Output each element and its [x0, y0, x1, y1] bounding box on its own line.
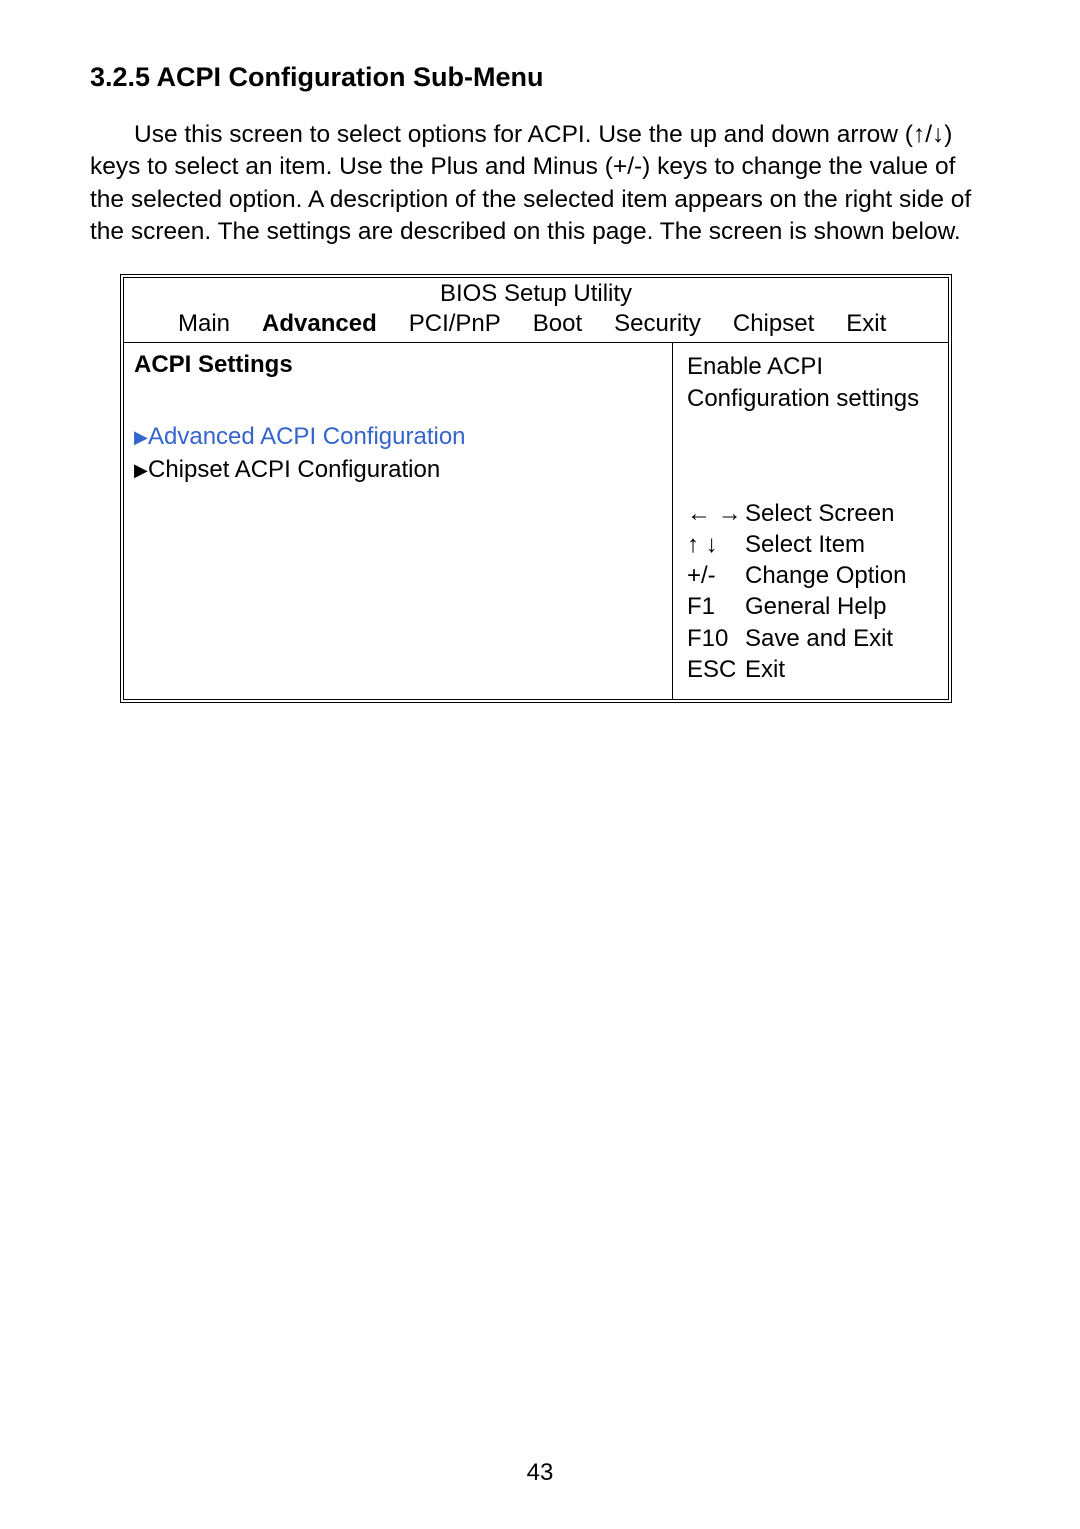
help-desc-line2: Configuration settings [687, 383, 938, 414]
bios-left-pane: ACPI Settings ▶Advanced ACPI Configurati… [124, 343, 672, 699]
bios-right-pane: Enable ACPI Configuration settings ← → S… [672, 343, 948, 699]
help-row: ESC Exit [687, 654, 938, 685]
help-key: ← → [687, 498, 745, 529]
triangle-icon: ▶ [134, 425, 148, 449]
tab-boot[interactable]: Boot [533, 310, 582, 338]
menu-item-advanced-acpi[interactable]: ▶Advanced ACPI Configuration [134, 421, 662, 453]
help-key: +/- [687, 560, 745, 591]
help-desc-line1: Enable ACPI [687, 351, 938, 382]
help-label: General Help [745, 591, 938, 622]
spacer [687, 414, 938, 498]
help-label: Select Item [745, 529, 938, 560]
section-heading: 3.2.5 ACPI Configuration Sub-Menu [90, 60, 990, 95]
tab-security[interactable]: Security [614, 310, 701, 338]
menu-item-chipset-acpi[interactable]: ▶Chipset ACPI Configuration [134, 454, 662, 486]
help-label: Save and Exit [745, 623, 938, 654]
menu-item-label: Chipset ACPI Configuration [148, 456, 440, 483]
menu-item-label: Advanced ACPI Configuration [148, 423, 466, 450]
help-row: ← → Select Screen [687, 498, 938, 529]
intro-paragraph: Use this screen to select options for AC… [90, 119, 990, 248]
help-row: F1 General Help [687, 591, 938, 622]
help-key: ESC [687, 654, 745, 685]
help-row: ↑ ↓ Select Item [687, 529, 938, 560]
page-number: 43 [0, 1459, 1080, 1487]
bios-columns: ACPI Settings ▶Advanced ACPI Configurati… [124, 342, 948, 699]
acpi-settings-title: ACPI Settings [134, 351, 662, 379]
help-key: F1 [687, 591, 745, 622]
tab-advanced[interactable]: Advanced [262, 310, 377, 338]
help-key: ↑ ↓ [687, 529, 745, 560]
bios-tab-row: Main Advanced PCI/PnP Boot Security Chip… [124, 308, 948, 342]
help-label: Exit [745, 654, 938, 685]
help-label: Select Screen [745, 498, 938, 529]
key-help-list: ← → Select Screen ↑ ↓ Select Item +/- Ch… [687, 498, 938, 685]
help-key: F10 [687, 623, 745, 654]
help-row: F10 Save and Exit [687, 623, 938, 654]
triangle-icon: ▶ [134, 458, 148, 482]
help-row: +/- Change Option [687, 560, 938, 591]
tab-exit[interactable]: Exit [846, 310, 886, 338]
bios-title: BIOS Setup Utility [124, 278, 948, 308]
tab-main[interactable]: Main [178, 310, 230, 338]
tab-chipset[interactable]: Chipset [733, 310, 814, 338]
bios-screenshot-box: BIOS Setup Utility Main Advanced PCI/PnP… [120, 274, 952, 703]
tab-pcipnp[interactable]: PCI/PnP [409, 310, 501, 338]
help-label: Change Option [745, 560, 938, 591]
